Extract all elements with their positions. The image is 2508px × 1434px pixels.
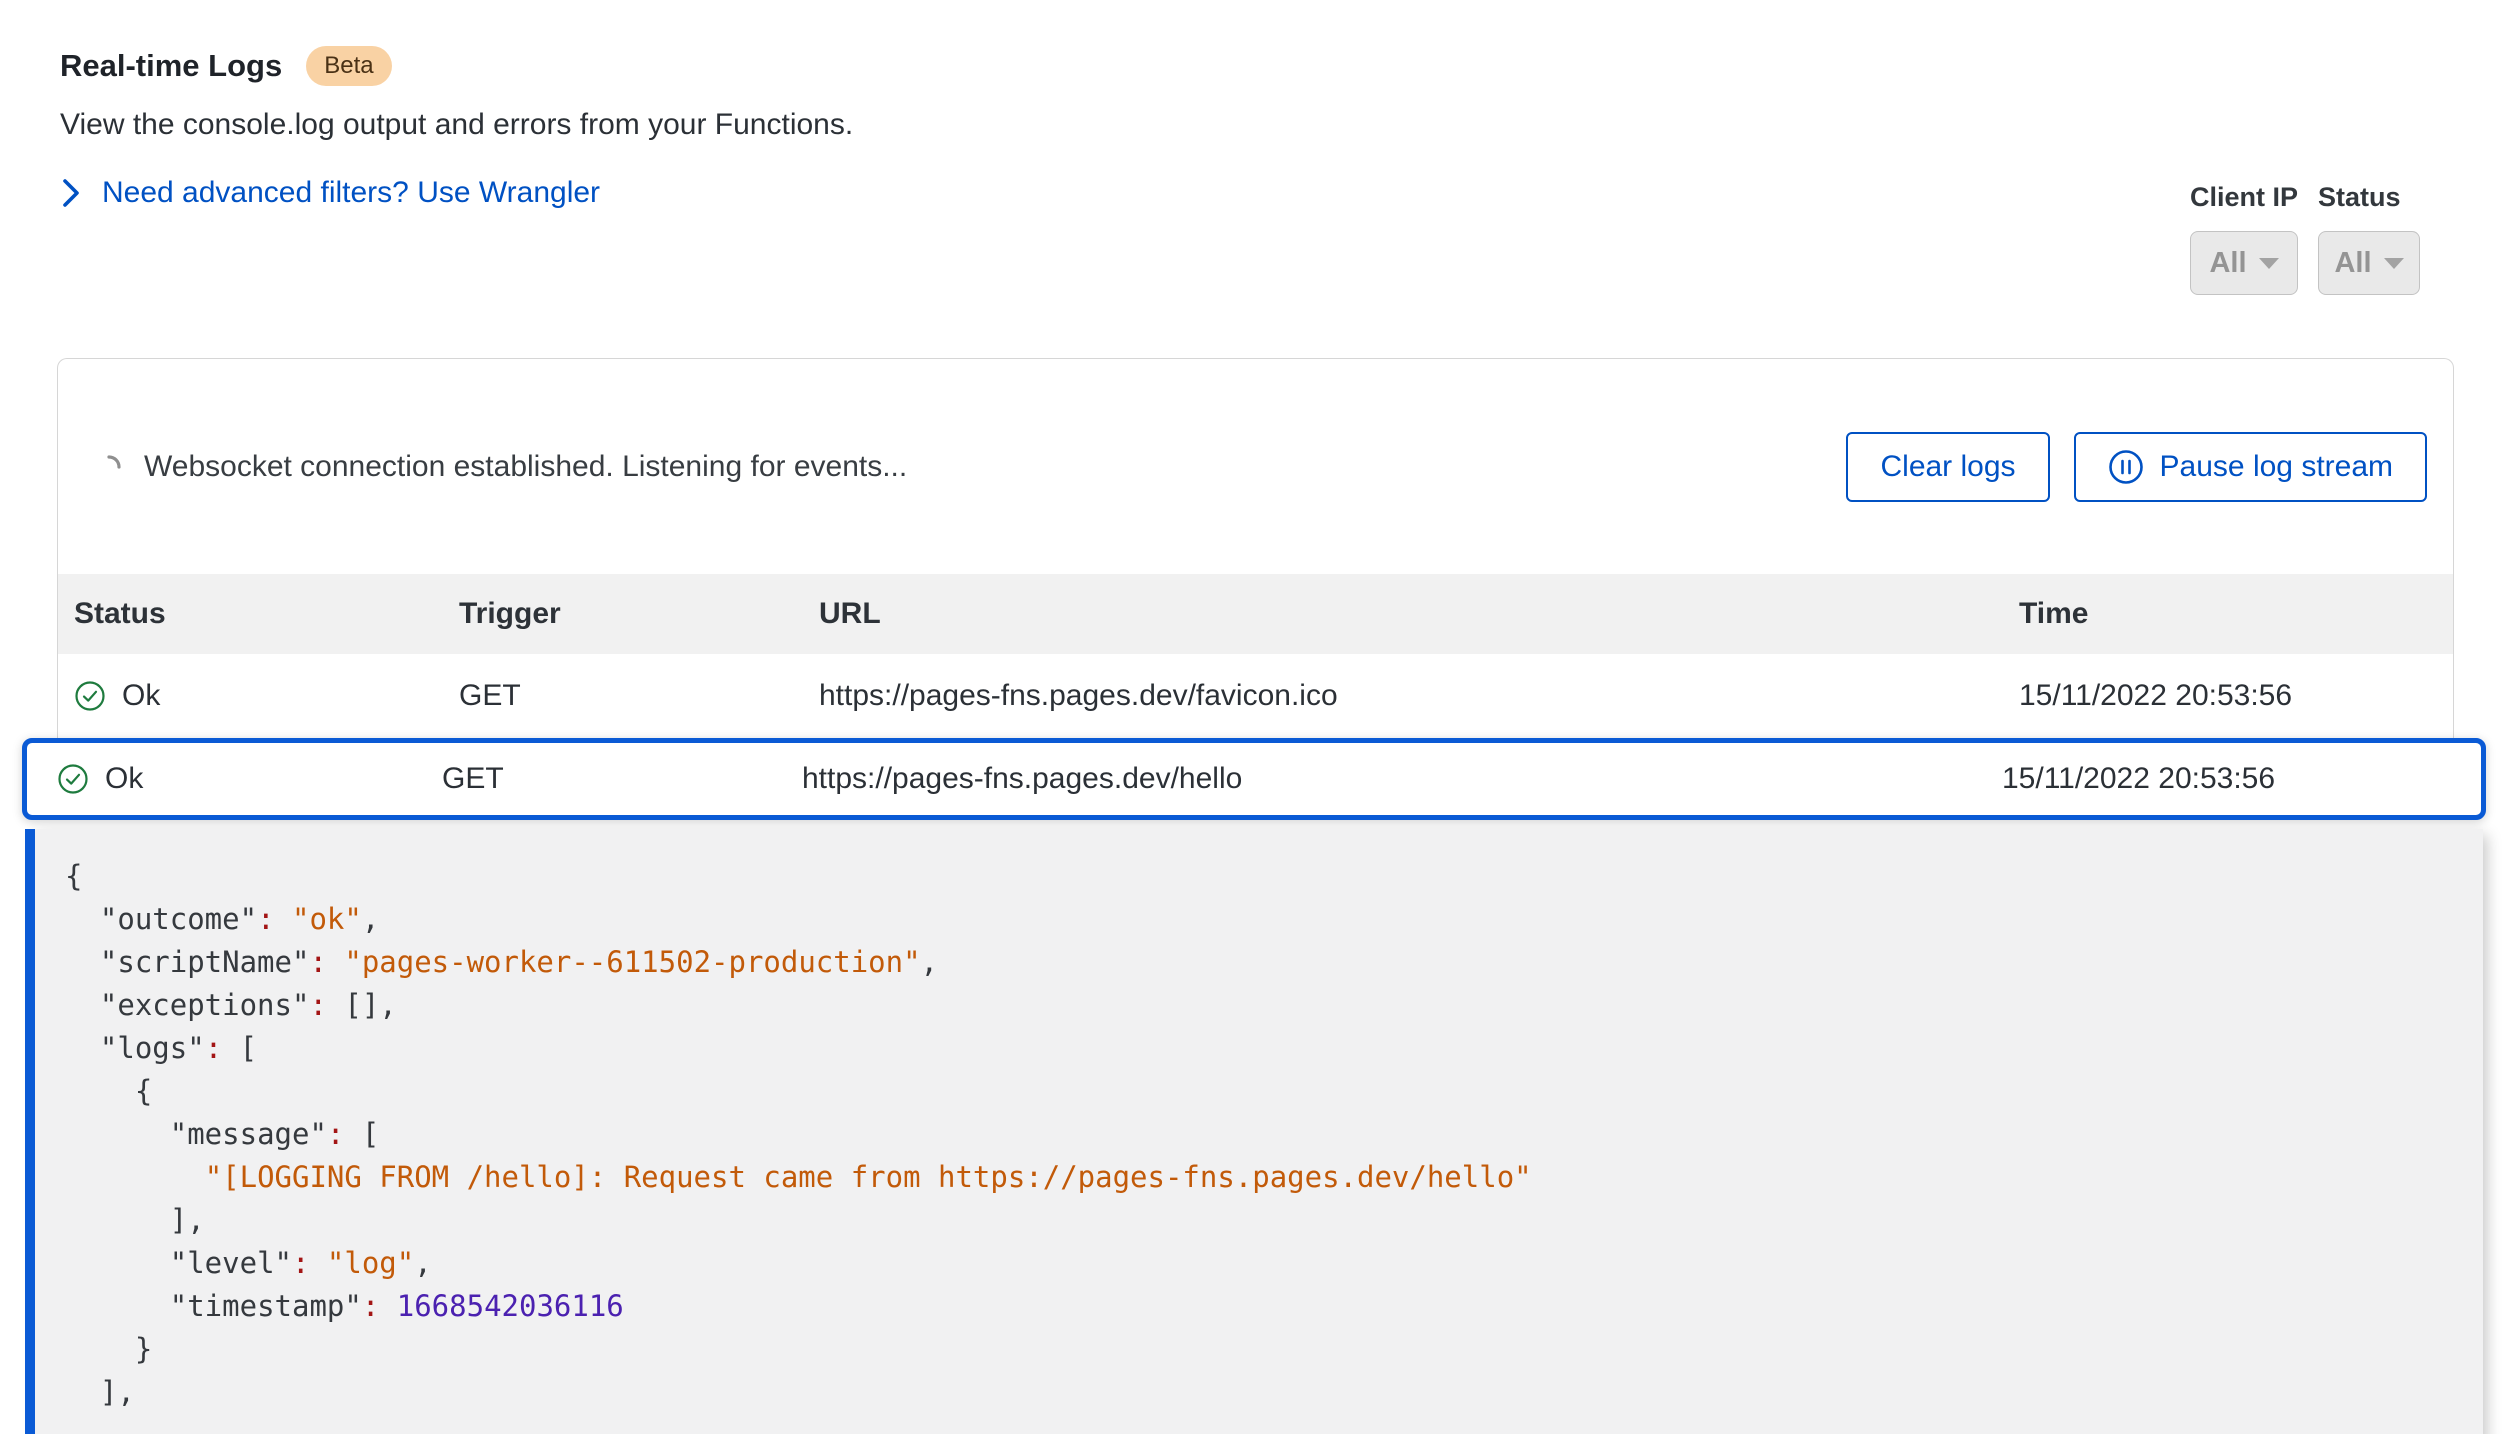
code-line: "exceptions": [], bbox=[65, 984, 2483, 1027]
header-time: Time bbox=[2019, 597, 2453, 631]
time-cell: 15/11/2022 20:53:56 bbox=[2019, 679, 2453, 713]
code-line: "[LOGGING FROM /hello]: Request came fro… bbox=[65, 1156, 2483, 1199]
expanded-log-entry: Ok GET https://pages-fns.pages.dev/hello… bbox=[22, 738, 2486, 1434]
caret-down-icon bbox=[2384, 258, 2404, 269]
table-row-selected[interactable]: Ok GET https://pages-fns.pages.dev/hello… bbox=[22, 738, 2486, 820]
status-filter-label: Status bbox=[2318, 182, 2420, 213]
trigger-cell: GET bbox=[442, 762, 802, 796]
code-line: "timestamp": 1668542036116 bbox=[65, 1285, 2483, 1328]
wrangler-link-row[interactable]: Need advanced filters? Use Wrangler bbox=[60, 176, 2448, 210]
status-filter: Status All bbox=[2318, 182, 2420, 295]
pause-icon bbox=[2108, 449, 2144, 485]
code-line: "message": [ bbox=[65, 1113, 2483, 1156]
spinner-icon bbox=[96, 454, 122, 480]
client-ip-dropdown[interactable]: All bbox=[2190, 231, 2298, 295]
code-line: "logs": [ bbox=[65, 1027, 2483, 1070]
code-line: ], bbox=[65, 1371, 2483, 1414]
url-cell: https://pages-fns.pages.dev/hello bbox=[802, 762, 2002, 796]
code-line: ], bbox=[65, 1199, 2483, 1242]
logs-card: Websocket connection established. Listen… bbox=[57, 358, 2454, 738]
filters: Client IP All Status All bbox=[2190, 182, 2420, 295]
time-cell: 15/11/2022 20:53:56 bbox=[2002, 762, 2481, 796]
check-circle-icon bbox=[57, 763, 89, 795]
pause-log-stream-button[interactable]: Pause log stream bbox=[2074, 432, 2427, 502]
table-row[interactable]: Ok GET https://pages-fns.pages.dev/favic… bbox=[58, 654, 2453, 738]
title-row: Real-time Logs Beta bbox=[60, 46, 2448, 86]
code-line: } bbox=[65, 1328, 2483, 1371]
status-filter-value: All bbox=[2334, 247, 2371, 280]
code-line: "scriptName": "pages-worker--611502-prod… bbox=[65, 941, 2483, 984]
logs-toolbar: Websocket connection established. Listen… bbox=[58, 359, 2453, 574]
clear-logs-button[interactable]: Clear logs bbox=[1846, 432, 2049, 502]
websocket-status-text: Websocket connection established. Listen… bbox=[144, 450, 907, 484]
code-line: "outcome": "ok", bbox=[65, 898, 2483, 941]
websocket-status: Websocket connection established. Listen… bbox=[96, 450, 907, 484]
header-trigger: Trigger bbox=[459, 597, 819, 631]
url-cell: https://pages-fns.pages.dev/favicon.ico bbox=[819, 679, 2019, 713]
check-circle-icon bbox=[74, 680, 106, 712]
caret-down-icon bbox=[2259, 258, 2279, 269]
code-line: { bbox=[65, 855, 2483, 898]
table-header-row: Status Trigger URL Time bbox=[58, 574, 2453, 654]
page-header: Real-time Logs Beta View the console.log… bbox=[0, 0, 2508, 210]
header-url: URL bbox=[819, 597, 2019, 631]
client-ip-value: All bbox=[2209, 247, 2246, 280]
status-value: Ok bbox=[105, 762, 143, 796]
beta-badge: Beta bbox=[306, 46, 391, 86]
toolbar-buttons: Clear logs Pause log stream bbox=[1846, 432, 2427, 502]
log-json-panel: { "outcome": "ok", "scriptName": "pages-… bbox=[25, 829, 2483, 1434]
page-subtitle: View the console.log output and errors f… bbox=[60, 108, 2448, 142]
trigger-cell: GET bbox=[459, 679, 819, 713]
page-title: Real-time Logs bbox=[60, 48, 282, 84]
client-ip-filter: Client IP All bbox=[2190, 182, 2298, 295]
clear-logs-label: Clear logs bbox=[1880, 450, 2015, 484]
status-cell: Ok bbox=[57, 762, 442, 796]
chevron-right-icon bbox=[60, 178, 82, 208]
status-cell: Ok bbox=[74, 679, 459, 713]
client-ip-label: Client IP bbox=[2190, 182, 2298, 213]
status-dropdown[interactable]: All bbox=[2318, 231, 2420, 295]
status-value: Ok bbox=[122, 679, 160, 713]
header-status: Status bbox=[74, 597, 459, 631]
code-line: { bbox=[65, 1070, 2483, 1113]
wrangler-link[interactable]: Need advanced filters? Use Wrangler bbox=[102, 176, 600, 210]
code-line: "level": "log", bbox=[65, 1242, 2483, 1285]
pause-log-stream-label: Pause log stream bbox=[2160, 450, 2393, 484]
